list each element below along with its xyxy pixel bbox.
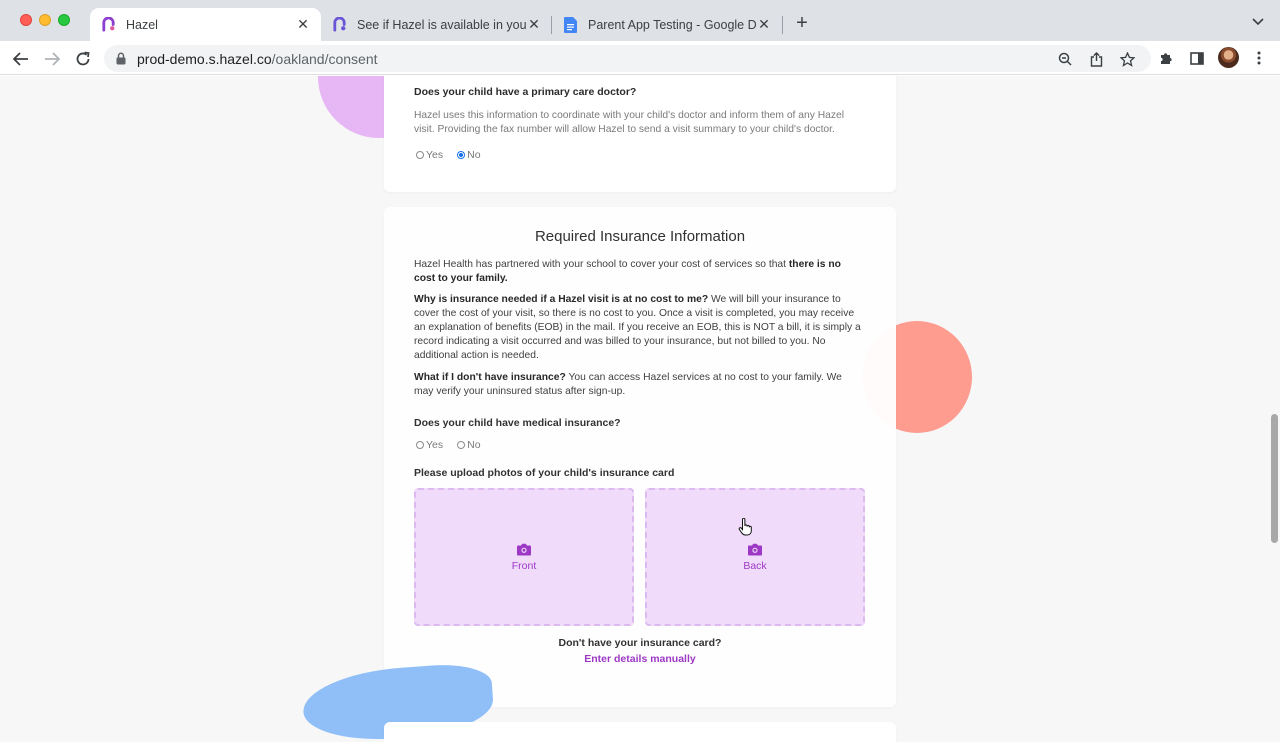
zoom-icon[interactable] — [1056, 50, 1074, 68]
upload-front-button[interactable]: Front — [414, 488, 634, 626]
camera-icon — [748, 543, 762, 555]
hazel-logo-icon — [100, 17, 116, 33]
new-tab-icon[interactable]: + — [791, 12, 813, 34]
radio-circle[interactable] — [416, 441, 424, 449]
medical-insurance-yes-radio[interactable]: Yes — [416, 439, 443, 451]
back-arrow-icon[interactable] — [10, 48, 32, 70]
camera-icon — [517, 543, 531, 555]
url-text: prod-demo.s.hazel.co/oakland/consent — [137, 50, 378, 67]
browser-tab-bar: Hazel ✕ See if Hazel is available in you… — [0, 0, 1280, 41]
hand-cursor-icon — [738, 518, 752, 536]
primary-care-card: Does your child have a primary care doct… — [384, 76, 896, 192]
radio-circle-selected[interactable] — [457, 151, 466, 159]
radio-circle[interactable] — [416, 151, 424, 159]
close-tab-icon[interactable]: ✕ — [295, 16, 311, 33]
minimize-window-button[interactable] — [39, 14, 51, 26]
medical-insurance-no-radio[interactable]: No — [457, 439, 481, 451]
next-card — [384, 722, 896, 742]
medical-insurance-radio-group: Yes No — [416, 439, 481, 451]
share-icon[interactable] — [1087, 50, 1105, 68]
profile-avatar[interactable] — [1218, 47, 1239, 68]
chevron-down-icon[interactable] — [1250, 14, 1266, 30]
side-panel-icon[interactable] — [1188, 49, 1206, 67]
scrollbar-thumb[interactable] — [1271, 414, 1278, 543]
lock-icon — [116, 52, 128, 66]
close-tab-icon[interactable]: ✕ — [756, 16, 772, 33]
reload-icon[interactable] — [72, 48, 94, 70]
page-viewport: Does your child have a primary care doct… — [0, 76, 1270, 742]
upload-prompt: Please upload photos of your child's ins… — [414, 467, 675, 479]
primary-care-radio-group: Yes No — [416, 149, 481, 161]
no-card-text: Don't have your insurance card? — [558, 637, 722, 649]
tab-google-docs[interactable]: Parent App Testing - Google Do ✕ — [552, 8, 782, 41]
primary-care-description: Hazel uses this information to coordinat… — [414, 110, 845, 135]
google-docs-icon — [562, 16, 578, 33]
tab-title: See if Hazel is available in your — [357, 17, 526, 32]
tab-title: Parent App Testing - Google Do — [588, 17, 756, 32]
tab-availability[interactable]: See if Hazel is available in your ✕ — [321, 8, 552, 41]
close-window-button[interactable] — [20, 14, 32, 26]
no-insurance-paragraph: What if I don't have insurance? You can … — [414, 372, 842, 397]
more-menu-icon[interactable] — [1250, 49, 1268, 67]
insurance-intro: Hazel Health has partnered with your sch… — [414, 259, 841, 284]
enter-details-manually-link[interactable]: Enter details manually — [384, 653, 896, 665]
why-insurance-paragraph: Why is insurance needed if a Hazel visit… — [414, 294, 861, 361]
forward-arrow-icon[interactable] — [41, 48, 63, 70]
tab-title: Hazel — [126, 17, 158, 32]
insurance-card: Required Insurance Information Hazel Hea… — [384, 207, 896, 707]
primary-care-question: Does your child have a primary care doct… — [414, 86, 637, 98]
upload-front-label: Front — [511, 559, 537, 572]
primary-care-yes-radio[interactable]: Yes — [416, 149, 443, 161]
tab-separator — [782, 16, 783, 34]
radio-circle[interactable] — [457, 441, 466, 449]
extensions-puzzle-icon[interactable] — [1157, 49, 1175, 67]
browser-toolbar: prod-demo.s.hazel.co/oakland/consent — [0, 41, 1280, 75]
scrollbar-track[interactable] — [1270, 76, 1280, 742]
bookmark-star-icon[interactable] — [1118, 50, 1136, 68]
upload-back-button[interactable]: Back — [645, 488, 865, 626]
maximize-window-button[interactable] — [58, 14, 70, 26]
medical-insurance-question: Does your child have medical insurance? — [414, 417, 621, 429]
primary-care-no-radio[interactable]: No — [457, 149, 481, 161]
tab-hazel[interactable]: Hazel ✕ — [90, 8, 321, 41]
upload-back-label: Back — [743, 559, 767, 572]
insurance-heading: Required Insurance Information — [534, 228, 746, 245]
close-tab-icon[interactable]: ✕ — [526, 16, 542, 33]
hazel-logo-icon — [331, 17, 347, 33]
address-bar[interactable]: prod-demo.s.hazel.co/oakland/consent — [104, 45, 1151, 72]
